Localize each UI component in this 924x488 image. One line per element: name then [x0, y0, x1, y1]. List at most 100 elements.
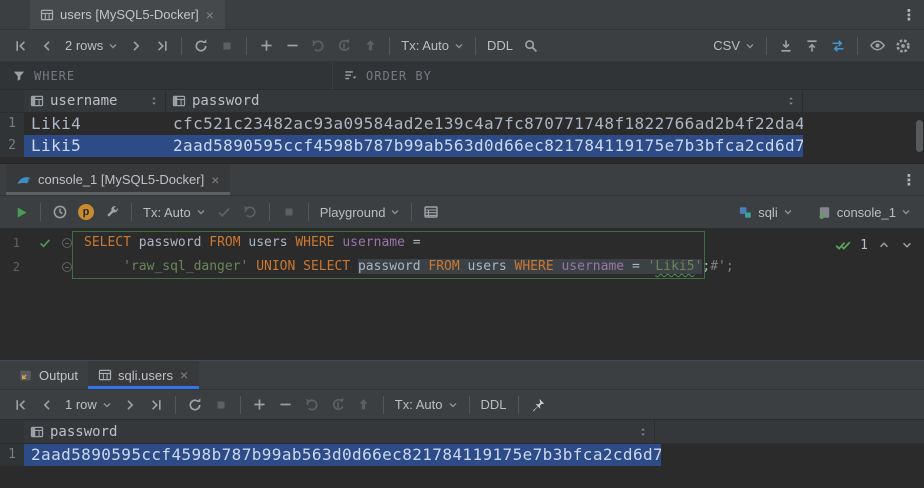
vertical-scrollbar[interactable] — [916, 120, 923, 152]
tab-title: users [MySQL5-Docker] — [60, 7, 199, 22]
submit-button[interactable] — [351, 393, 377, 417]
previous-page-button[interactable] — [34, 34, 60, 58]
fold-marker-icon[interactable] — [62, 238, 72, 248]
view-options-button[interactable] — [864, 34, 890, 58]
statement-executed-check — [34, 231, 56, 255]
first-page-button[interactable] — [8, 34, 34, 58]
transaction-mode-dropdown[interactable]: Tx: Auto — [390, 393, 463, 417]
order-by-filter-field[interactable]: ORDER BY — [333, 68, 432, 83]
chevron-up-icon[interactable] — [877, 238, 891, 252]
delete-row-button[interactable] — [273, 393, 299, 417]
submit-button[interactable] — [357, 34, 383, 58]
ddl-button[interactable]: DDL — [476, 393, 512, 417]
revert-button[interactable] — [305, 34, 331, 58]
grid-filter-bar: WHERE ORDER BY — [0, 62, 924, 90]
pin-icon — [530, 397, 546, 413]
execute-button[interactable] — [8, 200, 34, 224]
sort-toggle-icon[interactable] — [638, 426, 648, 438]
output-layout-button[interactable] — [418, 200, 444, 224]
redo-button[interactable] — [325, 393, 351, 417]
last-page-button[interactable] — [143, 393, 169, 417]
stop-button[interactable] — [214, 34, 240, 58]
next-page-button[interactable] — [123, 34, 149, 58]
add-row-button[interactable] — [247, 393, 273, 417]
divider — [40, 203, 41, 221]
next-page-button[interactable] — [117, 393, 143, 417]
stop-button[interactable] — [208, 393, 234, 417]
cell-username[interactable]: Liki4 — [24, 113, 166, 135]
where-filter-field[interactable]: WHERE — [0, 69, 332, 83]
tab-output[interactable]: Output — [8, 361, 88, 389]
active-tab-underline — [88, 386, 199, 389]
console-toolbar: p Tx: Auto Playground sqli — [0, 196, 924, 229]
gear-icon — [895, 38, 911, 54]
playground-mode-dropdown[interactable]: Playground — [315, 200, 406, 224]
import-data-button[interactable] — [799, 34, 825, 58]
settings-button[interactable] — [890, 34, 916, 58]
close-icon[interactable]: × — [179, 368, 189, 382]
redo-icon — [330, 397, 346, 413]
tab-sqli-users-result[interactable]: sqli.users × — [88, 361, 199, 389]
delete-row-button[interactable] — [279, 34, 305, 58]
column-header-username[interactable]: username — [24, 90, 166, 112]
sort-toggle-icon[interactable] — [786, 95, 796, 107]
chevron-down-icon[interactable] — [900, 238, 914, 252]
commit-button[interactable] — [211, 200, 237, 224]
order-by-label: ORDER BY — [366, 69, 432, 83]
more-options-icon[interactable]: ⋮ — [894, 0, 924, 29]
session-selector-dropdown[interactable]: console_1 — [812, 200, 916, 224]
chevron-down-icon — [901, 207, 911, 217]
add-row-button[interactable] — [253, 34, 279, 58]
tab-users-table[interactable]: users [MySQL5-Docker] × — [30, 0, 225, 29]
ddl-button[interactable]: DDL — [482, 34, 518, 58]
more-options-icon[interactable]: ⋮ — [894, 164, 924, 195]
redo-button[interactable] — [331, 34, 357, 58]
reload-data-button[interactable] — [188, 34, 214, 58]
selected-sql-fragment: password FROM users WHERE username = 'Li… — [358, 259, 702, 274]
filter-funnel-icon — [12, 69, 26, 83]
console-settings-button[interactable] — [99, 200, 125, 224]
rows-count-dropdown[interactable]: 2 rows — [60, 34, 123, 58]
rows-count-dropdown[interactable]: 1 row — [60, 393, 117, 417]
cell-username[interactable]: Liki5 — [24, 135, 166, 157]
cell-password[interactable]: 2aad5890595ccf4598b787b99ab563d0d66ec821… — [166, 135, 803, 157]
rollback-button[interactable] — [237, 200, 263, 224]
previous-page-button[interactable] — [34, 393, 60, 417]
stop-button[interactable] — [276, 200, 302, 224]
export-format-dropdown[interactable]: CSV — [708, 34, 760, 58]
sql-editor[interactable]: 1 SELECT password FROM users WHERE usern… — [0, 229, 924, 361]
search-button[interactable] — [518, 34, 544, 58]
next-page-icon — [128, 38, 144, 54]
editor-line-2[interactable]: 2 'raw_sql_danger' UNION SELECT password… — [0, 255, 924, 279]
last-page-button[interactable] — [149, 34, 175, 58]
tab-console-1[interactable]: console_1 [MySQL5-Docker] × — [6, 164, 230, 195]
compare-button[interactable] — [825, 34, 851, 58]
parameters-button[interactable]: p — [73, 200, 99, 224]
table-row-selected[interactable]: 2 Liki5 2aad5890595ccf4598b787b99ab563d0… — [0, 135, 924, 157]
close-icon[interactable]: × — [205, 8, 215, 22]
cell-password[interactable]: cfc521c23482ac93a09584ad2e139c4a7fc87077… — [166, 113, 803, 135]
reload-data-button[interactable] — [182, 393, 208, 417]
table-row-selected[interactable]: 1 2aad5890595ccf4598b787b99ab563d0d66ec8… — [0, 444, 924, 466]
first-page-button[interactable] — [8, 393, 34, 417]
editor-line-1[interactable]: 1 SELECT password FROM users WHERE usern… — [0, 231, 924, 255]
export-data-button[interactable] — [773, 34, 799, 58]
column-header-password[interactable]: password — [166, 90, 803, 112]
transaction-mode-dropdown[interactable]: Tx: Auto — [138, 200, 211, 224]
revert-button[interactable] — [299, 393, 325, 417]
schema-selector-dropdown[interactable]: sqli — [733, 200, 798, 224]
history-button[interactable] — [47, 200, 73, 224]
transaction-mode-dropdown[interactable]: Tx: Auto — [396, 34, 469, 58]
sql-code-line-1[interactable]: SELECT password FROM users WHERE usernam… — [84, 231, 421, 255]
close-icon[interactable]: × — [210, 173, 220, 187]
pin-tab-button[interactable] — [525, 393, 551, 417]
double-check-icon — [835, 237, 851, 253]
refresh-icon — [187, 397, 203, 413]
table-row[interactable]: 1 Liki4 cfc521c23482ac93a09584ad2e139c4a… — [0, 113, 924, 135]
sort-toggle-icon[interactable] — [149, 95, 159, 107]
column-header-password[interactable]: password — [24, 420, 655, 443]
stop-icon — [282, 205, 296, 219]
sql-code-line-2[interactable]: 'raw_sql_danger' UNION SELECT password F… — [84, 255, 734, 279]
cell-password[interactable]: 2aad5890595ccf4598b787b99ab563d0d66ec821… — [24, 444, 661, 466]
fold-marker-icon[interactable] — [62, 262, 72, 272]
